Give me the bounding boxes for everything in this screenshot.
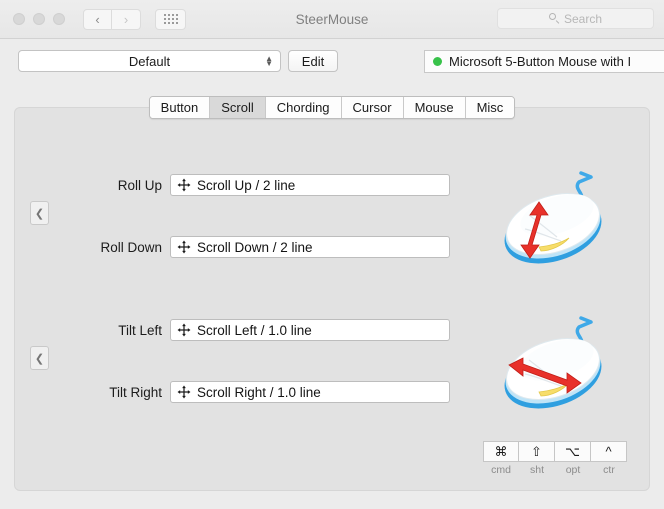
tab-label: Mouse bbox=[414, 100, 454, 115]
tab-label: Chording bbox=[276, 100, 330, 115]
option-symbol-icon: ⌥ bbox=[555, 441, 591, 462]
search-icon bbox=[548, 13, 560, 24]
tilt-group-collapse-button[interactable]: ❮ bbox=[30, 346, 49, 370]
grid-dots-icon bbox=[163, 14, 178, 24]
scroll-settings-panel: ❮ Roll Up Scroll Up / 2 line Roll Down S… bbox=[14, 107, 650, 491]
setting-label: Roll Up bbox=[117, 177, 162, 193]
tab-cursor[interactable]: Cursor bbox=[341, 97, 404, 118]
close-button[interactable] bbox=[13, 13, 25, 25]
modifier-key-control[interactable]: ^ ctr bbox=[591, 441, 627, 476]
chevron-left-icon: ❮ bbox=[34, 207, 45, 220]
move-cross-icon bbox=[177, 178, 191, 192]
show-all-button[interactable] bbox=[155, 8, 186, 30]
mouse-vertical-scroll-illustration bbox=[504, 171, 602, 264]
tilt-left-action-field[interactable]: Scroll Left / 1.0 line bbox=[170, 319, 450, 341]
search-field[interactable]: Search bbox=[497, 8, 654, 29]
tab-label: Cursor bbox=[352, 100, 392, 115]
window-titlebar: ‹ › SteerMouse Search bbox=[0, 0, 664, 39]
setting-value: Scroll Up / 2 line bbox=[197, 177, 296, 193]
zoom-button[interactable] bbox=[53, 13, 65, 25]
roll-group-collapse-button[interactable]: ❮ bbox=[30, 201, 49, 225]
tilt-right-action-field[interactable]: Scroll Right / 1.0 line bbox=[170, 381, 450, 403]
edit-button[interactable]: Edit bbox=[288, 50, 338, 72]
shift-symbol-icon: ⇧ bbox=[519, 441, 555, 462]
move-cross-icon bbox=[177, 385, 191, 399]
forward-button[interactable]: › bbox=[112, 8, 141, 30]
edit-button-label: Edit bbox=[301, 53, 325, 69]
chevron-left-icon: ❮ bbox=[34, 352, 45, 365]
modifier-key-shift[interactable]: ⇧ sht bbox=[519, 441, 555, 476]
minimize-button[interactable] bbox=[33, 13, 45, 25]
setting-value: Scroll Down / 2 line bbox=[197, 239, 313, 255]
stepper-arrows-icon: ▲ ▼ bbox=[265, 54, 273, 68]
modifier-key-cmd[interactable]: ⌘ cmd bbox=[483, 441, 519, 476]
move-cross-icon bbox=[177, 240, 191, 254]
setting-row-tilt-right: Tilt Right Scroll Right / 1.0 line bbox=[15, 381, 450, 403]
tab-label: Misc bbox=[476, 100, 504, 115]
roll-up-action-field[interactable]: Scroll Up / 2 line bbox=[170, 174, 450, 196]
modifier-key-label: cmd bbox=[491, 464, 511, 476]
roll-down-action-field[interactable]: Scroll Down / 2 line bbox=[170, 236, 450, 258]
profile-dropdown[interactable]: Default ▲ ▼ bbox=[18, 50, 281, 72]
tab-button[interactable]: Button bbox=[149, 97, 211, 118]
move-cross-icon bbox=[177, 323, 191, 337]
tab-label: Button bbox=[160, 100, 199, 115]
setting-label: Tilt Left bbox=[118, 322, 162, 338]
setting-row-tilt-left: Tilt Left Scroll Left / 1.0 line bbox=[15, 319, 450, 341]
profile-toolbar: Default ▲ ▼ Edit Microsoft 5-Button Mouse… bbox=[0, 39, 664, 83]
modifier-key-label: opt bbox=[565, 464, 581, 476]
setting-value: Scroll Left / 1.0 line bbox=[197, 322, 312, 338]
setting-label: Tilt Right bbox=[109, 384, 162, 400]
tab-mouse[interactable]: Mouse bbox=[403, 97, 466, 118]
modifier-key-label: ctr bbox=[603, 464, 615, 476]
device-status-dot-icon bbox=[433, 57, 442, 66]
device-name-label: Microsoft 5-Button Mouse with I bbox=[449, 54, 632, 69]
tab-chording[interactable]: Chording bbox=[265, 97, 342, 118]
tab-bar: Button Scroll Chording Cursor Mouse Misc bbox=[0, 96, 664, 119]
setting-row-roll-down: Roll Down Scroll Down / 2 line bbox=[15, 236, 450, 258]
search-placeholder: Search bbox=[563, 11, 603, 26]
navigation-buttons: ‹ › bbox=[83, 8, 141, 30]
setting-row-roll-up: Roll Up Scroll Up / 2 line bbox=[15, 174, 450, 196]
chevron-right-icon: › bbox=[123, 11, 129, 27]
modifier-key-label: sht bbox=[529, 464, 544, 476]
device-indicator[interactable]: Microsoft 5-Button Mouse with I bbox=[424, 50, 664, 73]
mouse-horizontal-tilt-illustration bbox=[504, 316, 602, 409]
setting-label: Roll Down bbox=[100, 239, 162, 255]
setting-value: Scroll Right / 1.0 line bbox=[197, 384, 321, 400]
profile-selected-value: Default bbox=[128, 53, 171, 69]
tab-misc[interactable]: Misc bbox=[465, 97, 515, 118]
back-button[interactable]: ‹ bbox=[83, 8, 112, 30]
tab-scroll[interactable]: Scroll bbox=[210, 97, 266, 118]
traffic-lights bbox=[13, 13, 65, 25]
tab-label: Scroll bbox=[221, 100, 254, 115]
tab-strip: Button Scroll Chording Cursor Mouse Misc bbox=[148, 96, 516, 119]
control-symbol-icon: ^ bbox=[591, 441, 627, 462]
command-symbol-icon: ⌘ bbox=[483, 441, 519, 462]
modifier-keys-bar: ⌘ cmd ⇧ sht ⌥ opt ^ ctr bbox=[483, 441, 627, 476]
chevron-left-icon: ‹ bbox=[95, 11, 100, 27]
modifier-key-option[interactable]: ⌥ opt bbox=[555, 441, 591, 476]
